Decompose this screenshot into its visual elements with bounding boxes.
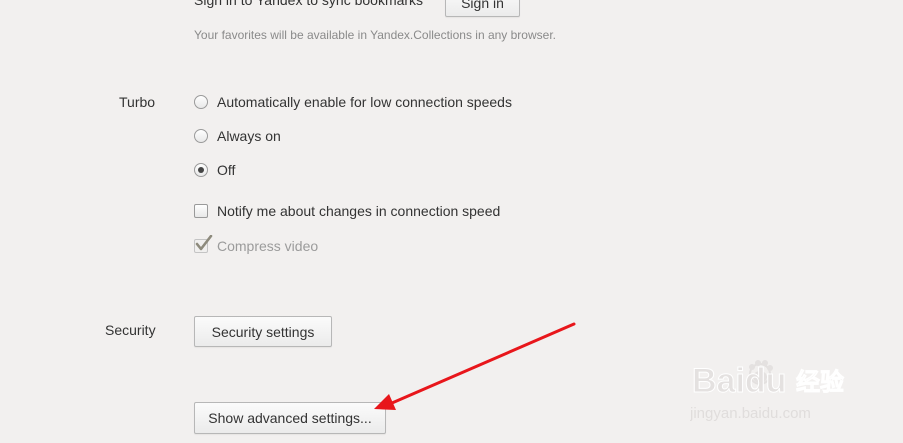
watermark-cn: 经验 [796, 368, 844, 396]
watermark-url: jingyan.baidu.com [690, 405, 811, 422]
watermark-brand: Baidu [692, 362, 786, 400]
baidu-watermark-logo: Baidu 经验 jingyan.baidu.com [690, 360, 844, 422]
